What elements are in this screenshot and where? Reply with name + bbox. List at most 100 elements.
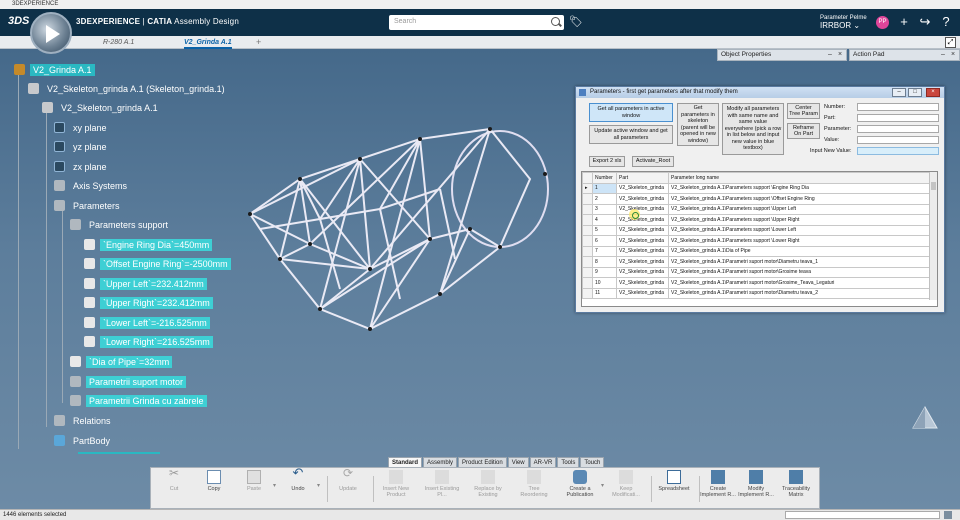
tree-yz-plane[interactable]: yz plane xyxy=(54,139,110,154)
tree-parametrii-suport-motor[interactable]: Parametrii suport motor xyxy=(70,374,187,389)
row-header[interactable]: ▸ xyxy=(582,182,593,194)
search-input[interactable]: Search xyxy=(389,15,564,30)
row-header[interactable] xyxy=(582,235,593,247)
tree-partbody[interactable]: PartBody xyxy=(54,433,113,448)
table-cell[interactable]: 6 xyxy=(592,235,617,247)
panel-minimize-icon[interactable]: – xyxy=(826,51,834,59)
tree-zx-plane[interactable]: zx plane xyxy=(54,159,110,174)
row-header[interactable] xyxy=(582,203,593,215)
table-cell[interactable]: 9 xyxy=(592,266,617,278)
table-cell[interactable]: V2_Skeleton_grinda A.1\Parameters suppor… xyxy=(668,235,931,247)
table-row[interactable]: 8 V2_Skeleton_grinda V2_Skeleton_grinda A.… xyxy=(582,256,931,268)
get-skeleton-parameters-button[interactable]: Get parameters in skeleton (parent will … xyxy=(677,103,719,146)
column-header[interactable]: Part xyxy=(616,172,669,184)
table-cell[interactable]: V2_Skeleton_grinda A.1\Parameters suppor… xyxy=(668,203,931,215)
table-cell[interactable]: V2_Skeleton_grinda A.1\Parameters suppor… xyxy=(668,182,931,194)
tree-param-upper-left[interactable]: `Upper Left`=232.412mm xyxy=(84,276,207,291)
parameters-grid[interactable]: Number Part Parameter long name ▸ 1 V2_Ske… xyxy=(581,171,938,307)
fit-all-icon[interactable]: ⤢ xyxy=(945,37,956,48)
row-header[interactable] xyxy=(582,256,593,268)
table-row[interactable]: ▸ 1 V2_Skeleton_grinda V2_Skeleton_grinda A… xyxy=(582,182,931,194)
copy-button[interactable]: Copy xyxy=(195,470,233,492)
table-cell[interactable]: V2_Skeleton_grinda A.1\Parametri suport … xyxy=(668,277,931,289)
number-field[interactable] xyxy=(857,103,939,111)
tree-parameters-support[interactable]: Parameters support xyxy=(70,217,171,232)
action-tab-standard[interactable]: Standard xyxy=(388,457,423,467)
replace-by-existing-button[interactable]: Replace by Existing xyxy=(469,470,507,498)
parameters-dialog[interactable]: Parameters - first get parameters after … xyxy=(575,86,945,313)
table-row[interactable]: 11 V2_Skeleton_grinda V2_Skeleton_grinda A… xyxy=(582,287,931,299)
action-tab-touch[interactable]: Touch xyxy=(580,457,605,467)
insert-new-product-button[interactable]: Insert New Product xyxy=(377,470,415,498)
table-cell[interactable]: V2_Skeleton_grinda A.1\Parametri suport … xyxy=(668,266,931,278)
table-row[interactable]: 7 V2_Skeleton_grinda V2_Skeleton_grinda A.… xyxy=(582,245,931,257)
tree-param-offset-engine[interactable]: `Offset Engine Ring`=-2500mm xyxy=(84,256,231,271)
tag-icon[interactable]: 🏷 xyxy=(569,17,583,28)
dialog-maximize-button[interactable]: □ xyxy=(908,88,922,97)
truss-model[interactable] xyxy=(240,119,560,379)
table-row[interactable]: 5 V2_Skeleton_grinda V2_Skeleton_grinda A.… xyxy=(582,224,931,236)
row-header[interactable] xyxy=(582,214,593,226)
column-header[interactable]: Number xyxy=(592,172,617,184)
panel-close-icon[interactable]: × xyxy=(949,51,957,59)
tree-skeleton-instance[interactable]: V2_Skeleton_grinda A.1 (Skeleton_grinda.… xyxy=(28,81,228,96)
view-compass-icon[interactable] xyxy=(910,404,940,434)
add-tab-button[interactable]: + xyxy=(256,36,261,49)
dialog-close-button[interactable]: × xyxy=(926,88,940,97)
row-header[interactable] xyxy=(582,193,593,205)
table-cell[interactable]: V2_Skeleton_grinda xyxy=(616,214,669,226)
table-cell[interactable]: V2_Skeleton_grinda A.1\Parameters suppor… xyxy=(668,214,931,226)
chevron-down-icon[interactable]: ▾ xyxy=(601,482,604,489)
undo-button[interactable]: ↶ Undo xyxy=(279,466,317,492)
status-icon[interactable] xyxy=(944,511,952,519)
create-publication-button[interactable]: Create a Publication xyxy=(561,470,599,498)
tree-param-lower-right[interactable]: `Lower Right`=216.525mm xyxy=(84,334,213,349)
scrollbar-thumb[interactable] xyxy=(931,182,936,190)
3d-viewport[interactable]: Object Properties – × Action Pad – × V2_… xyxy=(0,49,960,509)
table-cell[interactable]: 2 xyxy=(592,193,617,205)
panel-minimize-icon[interactable]: – xyxy=(939,51,947,59)
tree-parameters[interactable]: Parameters xyxy=(54,198,123,213)
paste-button[interactable]: Paste xyxy=(235,470,273,492)
update-active-window-button[interactable]: Update active window and get all paramet… xyxy=(589,125,673,144)
help-icon[interactable]: ? xyxy=(939,15,953,29)
table-row[interactable]: 10 V2_Skeleton_grinda V2_Skeleton_grinda A… xyxy=(582,277,931,289)
grid-scrollbar[interactable] xyxy=(929,172,937,300)
row-header[interactable] xyxy=(582,266,593,278)
cut-button[interactable]: ✂ Cut xyxy=(155,467,193,492)
tree-param-upper-right[interactable]: `Upper Right`=232.412mm xyxy=(84,295,213,310)
parameter-field[interactable] xyxy=(857,125,939,133)
table-row[interactable]: 6 V2_Skeleton_grinda V2_Skeleton_grinda A.… xyxy=(582,235,931,247)
table-cell[interactable]: 1 xyxy=(592,182,617,194)
center-tree-param-button[interactable]: Center Tree Param xyxy=(787,103,820,119)
reframe-on-part-button[interactable]: Reframe On Part xyxy=(787,123,820,139)
tree-reordering-button[interactable]: Tree Reordering xyxy=(515,470,553,498)
tree-parametrii-grinda[interactable]: Parametrii Grinda cu zabrele xyxy=(70,393,207,408)
table-cell[interactable]: V2_Skeleton_grinda xyxy=(616,256,669,268)
dialog-minimize-button[interactable]: – xyxy=(892,88,906,97)
action-tab-assembly[interactable]: Assembly xyxy=(423,457,458,467)
table-cell[interactable]: V2_Skeleton_grinda A.1\Parametri suport … xyxy=(668,287,931,299)
table-cell[interactable]: V2_Skeleton_grinda A.1\Parameters suppor… xyxy=(668,193,931,205)
table-cell[interactable]: V2_Skeleton_grinda xyxy=(616,182,669,194)
dialog-title-bar[interactable]: Parameters - first get parameters after … xyxy=(576,87,944,98)
table-cell[interactable]: V2_Skeleton_grinda xyxy=(616,224,669,236)
command-input[interactable] xyxy=(785,511,940,519)
new-value-field[interactable] xyxy=(857,147,939,155)
modify-all-parameters-button[interactable]: Modify all parameters with same name and… xyxy=(722,103,784,155)
row-header[interactable] xyxy=(582,245,593,257)
traceability-matrix-button[interactable]: Traceability Matrix xyxy=(777,470,815,498)
part-field[interactable] xyxy=(857,114,939,122)
avatar[interactable]: PP xyxy=(876,16,889,29)
table-cell[interactable]: V2_Skeleton_grinda xyxy=(616,203,669,215)
table-cell[interactable]: 7 xyxy=(592,245,617,257)
tree-xy-plane[interactable]: xy plane xyxy=(54,120,110,135)
tree-param-engine-ring[interactable]: `Engine Ring Dia`=450mm xyxy=(84,237,213,252)
object-properties-panel[interactable]: Object Properties – × xyxy=(717,49,847,61)
tree-axis-systems[interactable]: Axis Systems xyxy=(54,178,130,193)
table-cell[interactable]: V2_Skeleton_grinda xyxy=(616,287,669,299)
tree-skeleton-part[interactable]: V2_Skeleton_grinda A.1 xyxy=(42,100,161,115)
spreadsheet-button[interactable]: Spreadsheet xyxy=(655,470,693,492)
table-row[interactable]: 9 V2_Skeleton_grinda V2_Skeleton_grinda A.… xyxy=(582,266,931,278)
tree-relations[interactable]: Relations xyxy=(54,413,114,428)
